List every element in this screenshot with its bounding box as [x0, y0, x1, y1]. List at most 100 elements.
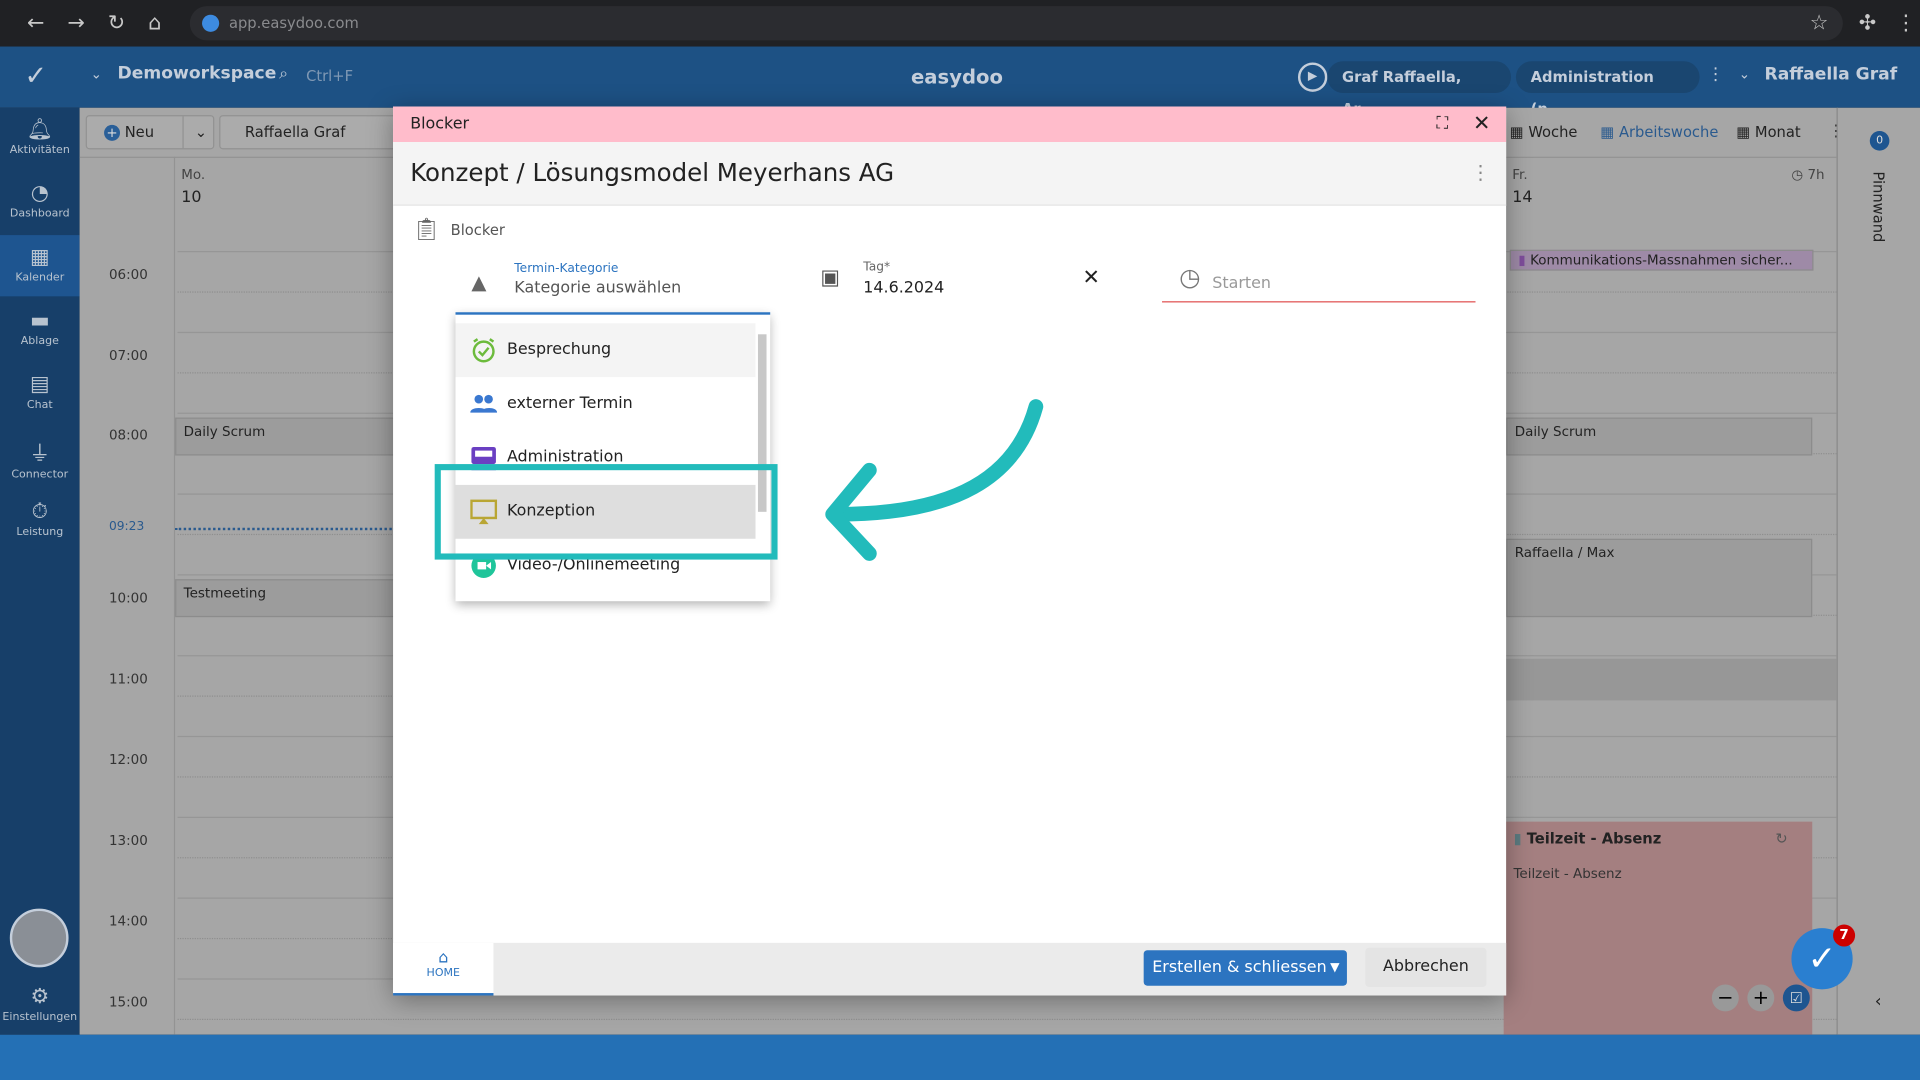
address-bar[interactable]: app.easydoo.com [189, 6, 1843, 41]
clear-date-icon[interactable]: ✕ [1082, 266, 1099, 290]
zoom-in-button[interactable]: + [1747, 984, 1775, 1012]
date-field[interactable]: 14.6.2024 [863, 279, 944, 297]
kebab-icon[interactable]: ⋮ [1707, 65, 1724, 85]
notification-badge: 7 [1833, 924, 1856, 947]
event-daily-scrum[interactable]: Daily Scrum [175, 417, 396, 456]
people-icon [470, 394, 498, 413]
section-label: Blocker [450, 221, 505, 239]
avatar[interactable] [9, 908, 69, 968]
tab-label: HOME [426, 967, 460, 980]
sidebar-item-label: Dashboard [9, 208, 70, 221]
view-label: Arbeitswoche [1618, 123, 1719, 141]
plus-icon: + [104, 124, 121, 141]
title-text[interactable]: Konzept / Lösungsmodel Meyerhans AG [410, 158, 894, 187]
sidebar-item-label: Aktivitäten [9, 144, 70, 157]
task-icon[interactable]: ☑ [1782, 984, 1810, 1012]
day-number: 10 [181, 188, 202, 207]
current-time-label: 09:23 [108, 520, 145, 534]
sidebar-item-label: Ablage [20, 335, 59, 348]
play-icon[interactable]: ▶ [1297, 62, 1328, 92]
tab-home[interactable]: ⌂ HOME [393, 942, 494, 996]
pinnwand-label[interactable]: Pinnwand [1870, 171, 1887, 242]
sidebar-item-chat[interactable]: ▤ Chat [0, 362, 80, 423]
chevron-down-icon[interactable]: ⌄ [1739, 66, 1750, 82]
chevron-down-icon[interactable]: ⌄ [91, 66, 102, 82]
timer-chip[interactable]: Graf Raffaella, Ar... [1327, 61, 1512, 118]
app-header: ✓ ⌄ Demoworkspace ⌕ Ctrl+F easydoo ▶ Gra… [0, 46, 1920, 118]
category-select[interactable]: Kategorie auswählen [514, 279, 681, 297]
time-label: 07:00 [108, 347, 148, 364]
start-field[interactable]: ◷ Starten [1162, 260, 1476, 303]
fullscreen-icon[interactable]: ⛶ [1436, 107, 1448, 143]
alarm-check-icon [472, 338, 495, 363]
view-monat[interactable]: ▦ Monat [1736, 124, 1800, 141]
day-hours: ◷ 7h [1791, 166, 1825, 183]
option-label: externer Termin [506, 394, 633, 413]
clipboard-icon: 📋︎ [412, 216, 441, 243]
extensions-icon[interactable]: ✣ [1859, 11, 1876, 35]
sidebar-item-kalender[interactable]: ▦ Kalender [0, 235, 80, 297]
pinnwand-panel[interactable]: 0 Pinnwand ‹ [1836, 107, 1920, 1035]
day-name: Fr. [1512, 166, 1528, 183]
sidebar-item-aktivitaeten[interactable]: 🔔︎ Aktivitäten [0, 108, 80, 169]
calendar-icon: ▣ [820, 265, 841, 291]
sidebar-item-label: Leistung [16, 526, 64, 539]
event-daily-scrum-fr[interactable]: Daily Scrum [1506, 417, 1813, 456]
start-placeholder: Starten [1212, 274, 1272, 293]
taskbar [0, 1034, 1920, 1080]
event-testmeeting[interactable]: Testmeeting [175, 579, 396, 618]
home-icon[interactable]: ⌂ [148, 11, 161, 35]
repeat-icon: ↻ [1775, 830, 1788, 848]
back-icon[interactable]: ← [27, 11, 44, 35]
time-label: 12:00 [108, 751, 148, 768]
gauge-icon: ◔ [30, 181, 49, 206]
calendar-icon: ▦ [29, 244, 50, 270]
shapes-icon: ▲ [471, 270, 487, 294]
day-name: Mo. [181, 166, 206, 183]
sidebar-item-connector[interactable]: ⏚ Connector [0, 426, 80, 487]
star-icon[interactable]: ☆ [1810, 11, 1829, 35]
chevron-left-icon[interactable]: ‹ [1875, 992, 1882, 1012]
event-raffaella-max[interactable]: Raffaella / Max [1506, 538, 1813, 618]
create-close-button[interactable]: Erstellen & schliessen ▼ [1143, 950, 1347, 986]
view-woche[interactable]: ▦ Woche [1510, 124, 1578, 141]
menu-icon[interactable]: ⋮ [1896, 11, 1917, 35]
event-kommunikation[interactable]: ▮ Kommunikations-Massnahmen sicher... [1509, 249, 1814, 271]
option-besprechung[interactable]: Besprechung [455, 323, 756, 378]
zoom-out-button[interactable]: − [1711, 984, 1739, 1012]
sidebar-item-dashboard[interactable]: ◔ Dashboard [0, 171, 80, 232]
workspace-name[interactable]: Demoworkspace [118, 64, 277, 84]
search-icon[interactable]: ⌕ [279, 65, 288, 83]
logo-check-icon[interactable]: ✓ [24, 61, 47, 92]
person-select[interactable]: Raffaella Graf [219, 115, 416, 150]
cancel-button[interactable]: Abbrechen [1365, 947, 1487, 987]
option-externer-termin[interactable]: externer Termin [456, 377, 756, 431]
browser-bar: ← → ↻ ⌂ app.easydoo.com ☆ ✣ ⋮ [0, 0, 1920, 47]
kebab-icon[interactable]: ⋮ [1471, 142, 1491, 203]
stopwatch-icon: ⏱︎ [31, 499, 48, 525]
current-time-line [175, 527, 396, 531]
forward-icon[interactable]: → [67, 11, 84, 35]
sidebar-item-label: Chat [26, 399, 53, 412]
close-icon[interactable]: ✕ [1473, 107, 1490, 143]
sidebar-item-leistung[interactable]: ⏱︎ Leistung [0, 490, 80, 551]
chevron-down-icon[interactable]: ⌄ [182, 116, 207, 149]
time-label: 11:00 [108, 671, 148, 687]
sidebar-item-ablage[interactable]: ▬ Ablage [0, 299, 80, 360]
dialog-title: Konzept / Lösungsmodel Meyerhans AG ⋮ [393, 142, 1507, 206]
site-icon [202, 14, 220, 32]
folder-icon: ▬ [29, 308, 50, 334]
project-chip[interactable]: Administration (n... [1515, 61, 1700, 118]
time-label: 13:00 [108, 832, 148, 849]
view-arbeitswoche[interactable]: ▦ Arbeitswoche [1600, 124, 1718, 141]
new-button[interactable]: + Neu ⌄ [85, 115, 215, 150]
caret-down-icon[interactable]: ▼ [1330, 950, 1339, 986]
app-title: easydoo [911, 64, 1003, 89]
plug-icon: ⏚ [29, 442, 51, 467]
reload-icon[interactable]: ↻ [108, 11, 125, 35]
category-label: Termin-Kategorie [514, 262, 619, 276]
sidebar-item-einstellungen[interactable]: ⚙ Einstellungen [0, 975, 80, 1036]
user-name[interactable]: Raffaella Graf [1764, 65, 1897, 85]
search-hint[interactable]: Ctrl+F [306, 67, 353, 84]
highlight-box [434, 464, 778, 560]
